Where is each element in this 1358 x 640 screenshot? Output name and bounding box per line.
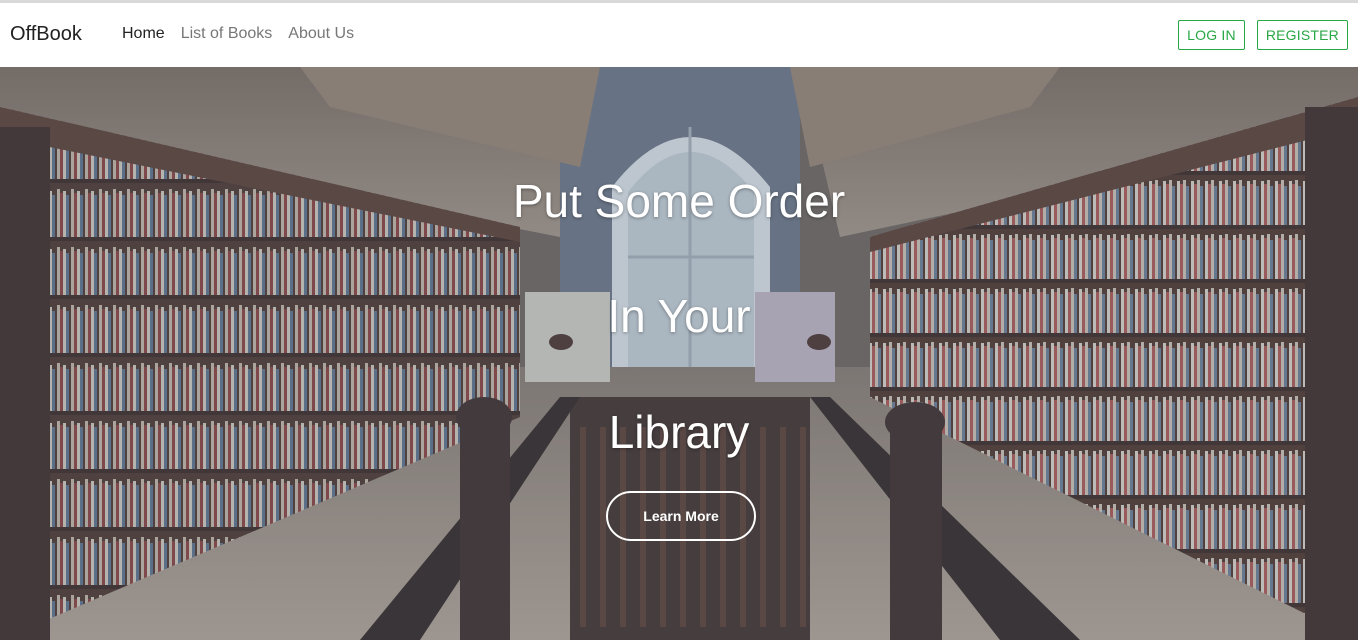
nav-link-about-us[interactable]: About Us (288, 25, 354, 43)
learn-more-button[interactable]: Learn More (606, 491, 756, 541)
register-button[interactable]: REGISTER (1256, 20, 1348, 50)
hero-section: Put Some Order In Your Library Learn Mor… (0, 67, 1358, 640)
navbar: OffBook Home List of Books About Us LOG … (0, 3, 1358, 67)
hero-overlay (0, 67, 1358, 640)
brand-logo[interactable]: OffBook (10, 23, 82, 46)
hero-headline-line-3: Library (608, 406, 750, 458)
nav-link-list-of-books[interactable]: List of Books (181, 25, 273, 43)
hero-headline-line-2: In Your (607, 290, 751, 342)
nav-links: Home List of Books About Us (122, 25, 354, 43)
login-button[interactable]: LOG IN (1178, 20, 1245, 50)
hero-headline-line-1: Put Some Order (512, 175, 846, 227)
nav-link-home[interactable]: Home (122, 25, 165, 43)
auth-buttons: LOG IN REGISTER (1178, 20, 1348, 50)
